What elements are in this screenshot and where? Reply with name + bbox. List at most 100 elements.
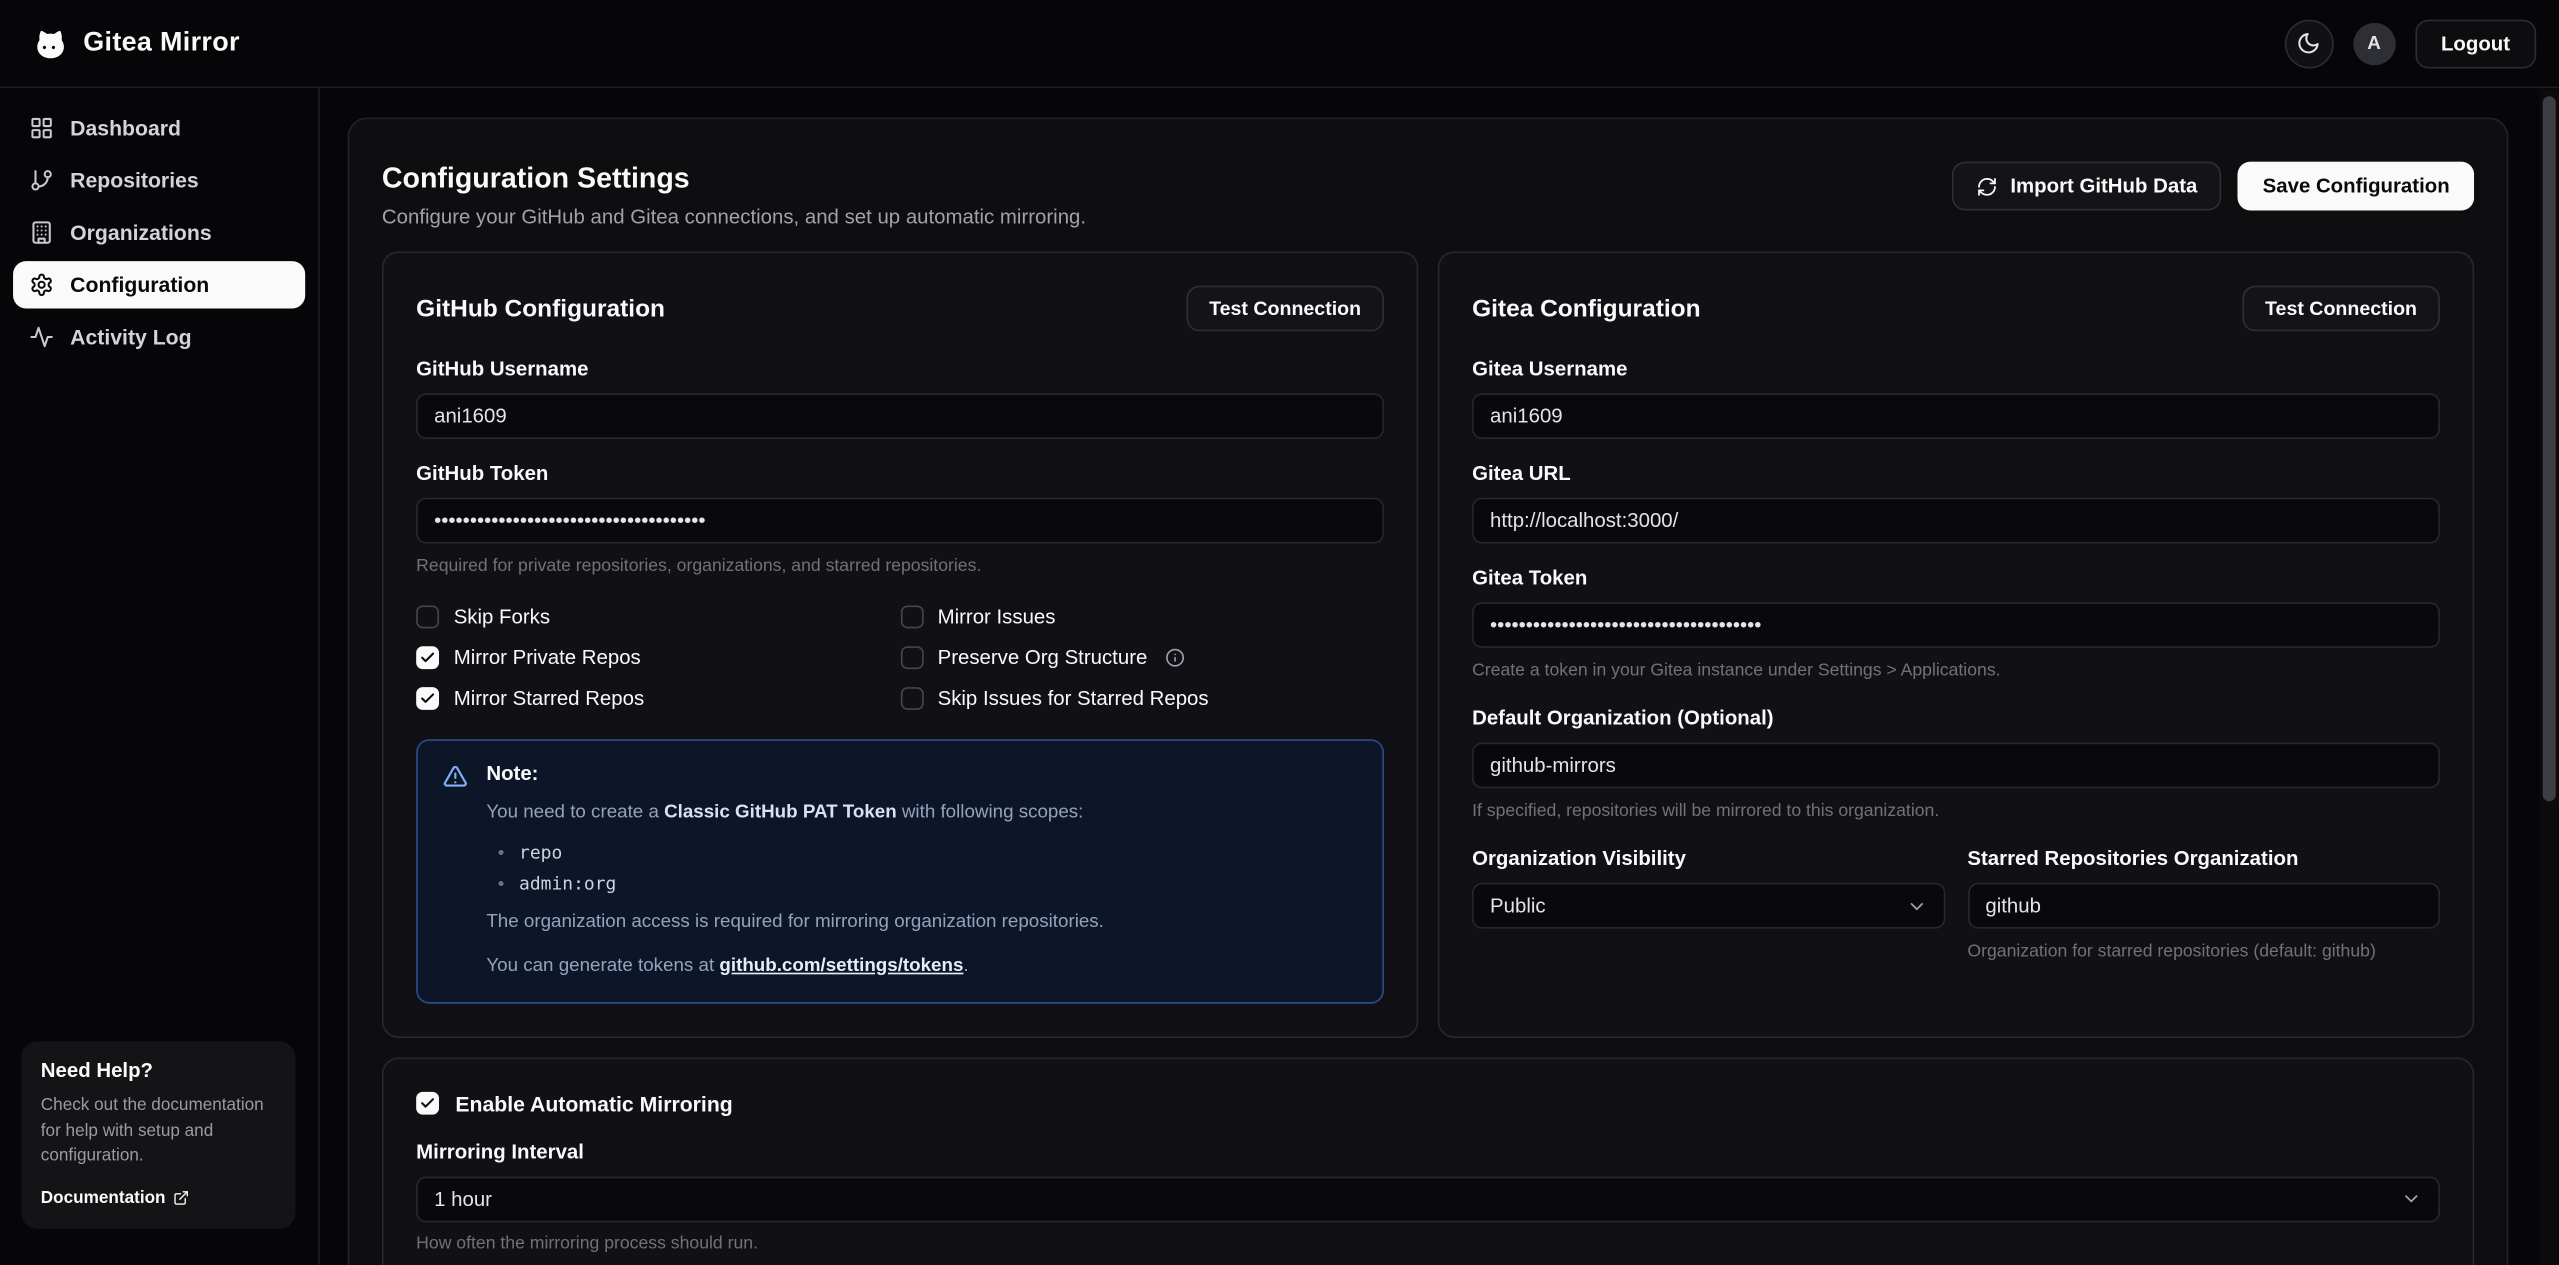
default-organization-help: If specified, repositories will be mirro… <box>1472 800 2440 825</box>
checkbox-box <box>416 646 439 669</box>
page-title: Configuration Settings <box>382 162 1086 196</box>
mirroring-interval-select[interactable]: 1 hour <box>416 1176 2440 1222</box>
github-token-help: Required for private repositories, organ… <box>416 555 1384 580</box>
app-root: Gitea Mirror A Logout Dashboard Reposito… <box>0 0 2559 1265</box>
checkbox-preserve-org-structure[interactable]: Preserve Org Structure <box>900 646 1384 669</box>
info-icon[interactable] <box>1165 648 1185 668</box>
cat-logo-icon <box>33 25 69 61</box>
help-title: Need Help? <box>41 1060 276 1083</box>
sidebar-item-organizations[interactable]: Organizations <box>13 209 305 256</box>
checkbox-mirror-private-repos[interactable]: Mirror Private Repos <box>416 646 900 669</box>
checkbox-mirror-issues[interactable]: Mirror Issues <box>900 606 1384 629</box>
checkbox-skip-issues-for-starred-repos[interactable]: Skip Issues for Starred Repos <box>900 687 1384 710</box>
sidebar-item-label: Dashboard <box>70 116 181 140</box>
external-link-icon <box>174 1190 190 1206</box>
gear-icon <box>29 273 53 297</box>
github-configuration-card: GitHub Configuration Test Connection Git… <box>382 251 1418 1037</box>
checkbox-box <box>416 1092 439 1115</box>
logout-button[interactable]: Logout <box>2415 19 2536 68</box>
check-icon <box>419 691 435 707</box>
github-test-connection-button[interactable]: Test Connection <box>1186 286 1384 332</box>
gitea-url-label: Gitea URL <box>1472 462 2440 485</box>
page-header: Configuration Settings Configure your Gi… <box>382 152 2474 229</box>
organization-visibility-field: Organization Visibility Public <box>1472 847 1944 965</box>
gitea-url-input[interactable] <box>1472 498 2440 544</box>
gitea-username-input[interactable] <box>1472 393 2440 439</box>
help-card: Need Help? Check out the documentation f… <box>21 1042 295 1229</box>
sidebar-item-label: Configuration <box>70 273 209 297</box>
sidebar-item-label: Organizations <box>70 220 211 244</box>
scope-item: repo <box>498 843 1104 864</box>
checkbox-box <box>900 687 923 710</box>
note-tokens-line: You can generate tokens at github.com/se… <box>486 952 1104 980</box>
page-subtitle: Configure your GitHub and Gitea connecti… <box>382 206 1086 229</box>
configuration-panel: Configuration Settings Configure your Gi… <box>348 118 2509 1265</box>
building-icon <box>29 220 53 244</box>
check-icon <box>419 650 435 666</box>
check-icon <box>419 1096 435 1112</box>
starred-repositories-organization-input[interactable] <box>1967 883 2439 929</box>
starred-repositories-organization-field: Starred Repositories Organization Organi… <box>1967 847 2439 965</box>
import-github-data-button[interactable]: Import GitHub Data <box>1952 162 2222 211</box>
note-title: Note: <box>486 762 1104 785</box>
github-tokens-link[interactable]: github.com/settings/tokens <box>719 956 963 976</box>
github-pat-note: Note: You need to create a Classic GitHu… <box>416 739 1384 1003</box>
github-token-label: GitHub Token <box>416 462 1384 485</box>
checkbox-box <box>900 606 923 629</box>
sidebar: Dashboard Repositories Organizations Con… <box>0 88 320 1265</box>
checkbox-skip-forks[interactable]: Skip Forks <box>416 606 900 629</box>
sidebar-item-activity-log[interactable]: Activity Log <box>13 313 305 360</box>
refresh-icon <box>1976 175 1997 196</box>
user-avatar[interactable]: A <box>2353 22 2395 64</box>
sidebar-item-dashboard[interactable]: Dashboard <box>13 104 305 151</box>
github-token-input[interactable] <box>416 498 1384 544</box>
gitea-card-title: Gitea Configuration <box>1472 295 1700 323</box>
layout-grid-icon <box>29 116 53 140</box>
activity-icon <box>29 325 53 349</box>
brand: Gitea Mirror <box>33 25 240 61</box>
gitea-configuration-card: Gitea Configuration Test Connection Gite… <box>1438 251 2474 1037</box>
note-intro: You need to create a Classic GitHub PAT … <box>486 800 1104 828</box>
default-organization-label: Default Organization (Optional) <box>1472 707 2440 730</box>
alert-triangle-icon <box>442 764 468 790</box>
checkbox-box <box>416 606 439 629</box>
sidebar-item-repositories[interactable]: Repositories <box>13 157 305 204</box>
top-bar: Gitea Mirror A Logout <box>0 0 2559 88</box>
starred-repositories-organization-help: Organization for starred repositories (d… <box>1967 940 2439 965</box>
mirroring-interval-label: Mirroring Interval <box>416 1141 2440 1164</box>
scrollbar-thumb[interactable] <box>2543 96 2556 801</box>
sidebar-item-label: Activity Log <box>70 325 191 349</box>
gitea-token-input[interactable] <box>1472 602 2440 648</box>
default-organization-input[interactable] <box>1472 743 2440 789</box>
automatic-mirroring-card: Enable Automatic Mirroring Mirroring Int… <box>382 1057 2474 1264</box>
github-options-grid: Skip Forks Mirror Private Repos Mirror S… <box>416 606 1384 710</box>
sidebar-item-label: Repositories <box>70 168 199 192</box>
note-scopes-list: repo admin:org <box>498 843 1104 895</box>
scope-item: admin:org <box>498 874 1104 895</box>
git-branch-icon <box>29 168 53 192</box>
top-bar-actions: A Logout <box>2284 19 2536 68</box>
note-org-access: The organization access is required for … <box>486 910 1104 938</box>
chevron-down-icon <box>1905 896 1926 917</box>
help-description: Check out the documentation for help wit… <box>41 1094 276 1169</box>
enable-automatic-mirroring-checkbox[interactable]: Enable Automatic Mirroring <box>416 1092 2440 1116</box>
starred-repositories-organization-label: Starred Repositories Organization <box>1967 847 2439 870</box>
theme-toggle-button[interactable] <box>2284 19 2333 68</box>
organization-visibility-select[interactable]: Public <box>1472 883 1944 929</box>
github-username-input[interactable] <box>416 393 1384 439</box>
checkbox-mirror-starred-repos[interactable]: Mirror Starred Repos <box>416 687 900 710</box>
gitea-username-label: Gitea Username <box>1472 357 2440 380</box>
main-content: Configuration Settings Configure your Gi… <box>320 88 2559 1265</box>
save-configuration-button[interactable]: Save Configuration <box>2238 162 2474 211</box>
chevron-down-icon <box>2401 1189 2422 1210</box>
checkbox-box <box>900 646 923 669</box>
gitea-test-connection-button[interactable]: Test Connection <box>2242 286 2440 332</box>
checkbox-box <box>416 687 439 710</box>
documentation-link[interactable]: Documentation <box>41 1188 190 1208</box>
app-title: Gitea Mirror <box>83 28 240 59</box>
scrollbar-track <box>2539 90 2559 1265</box>
moon-icon <box>2297 31 2321 55</box>
gitea-token-help: Create a token in your Gitea instance un… <box>1472 659 2440 684</box>
mirroring-interval-help: How often the mirroring process should r… <box>416 1232 2440 1257</box>
sidebar-item-configuration[interactable]: Configuration <box>13 261 305 308</box>
